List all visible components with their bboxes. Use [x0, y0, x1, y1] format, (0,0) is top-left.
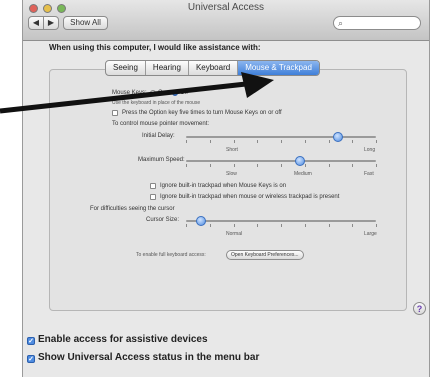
- mouse-keys-on-label: On: [158, 90, 167, 96]
- mouse-trackpad-pane: Mouse Keys: On Off Use the keyboard in p…: [49, 69, 407, 311]
- tab-keyboard[interactable]: Keyboard: [189, 61, 239, 75]
- slider-tick: [257, 224, 259, 227]
- forward-button[interactable]: ▶: [43, 16, 59, 30]
- initial-delay-label: Initial Delay:: [142, 133, 175, 139]
- slider-tick: [186, 140, 187, 143]
- search-icon: ⌕: [338, 18, 344, 28]
- assistance-heading: When using this computer, I would like a…: [49, 43, 261, 52]
- slider-tick: [281, 140, 282, 143]
- enable-access-checkbox[interactable]: ✓: [27, 337, 35, 345]
- maximum-speed-mid-label: Medium: [294, 171, 312, 177]
- slider-tick: [352, 140, 354, 143]
- initial-delay-slider-knob[interactable]: [333, 132, 343, 142]
- slider-tick: [233, 164, 235, 167]
- slider-tick: [257, 164, 259, 167]
- option-toggle-label: Press the Option key five times to turn …: [122, 110, 282, 116]
- show-all-button[interactable]: Show All: [63, 16, 108, 30]
- mouse-keys-label: Mouse Keys:: [112, 90, 147, 96]
- maximum-speed-label: Maximum Speed:: [138, 157, 185, 163]
- ignore-trackpad-mouse-present-label: Ignore built-in trackpad when mouse or w…: [160, 194, 340, 200]
- slider-tick: [233, 140, 235, 143]
- initial-delay-max-label: Long: [364, 147, 376, 153]
- slider-tick: [209, 164, 211, 167]
- slider-tick: [281, 224, 282, 227]
- show-status-row[interactable]: ✓ Show Universal Access status in the men…: [27, 352, 259, 363]
- mouse-keys-on-radio[interactable]: [150, 90, 156, 96]
- keyboard-access-hint: To enable full keyboard access:: [136, 252, 206, 258]
- ignore-trackpad-mouse-keys-label: Ignore built-in trackpad when Mouse Keys…: [160, 183, 287, 189]
- initial-delay-slider[interactable]: [186, 136, 376, 138]
- help-button[interactable]: ?: [413, 302, 426, 315]
- tab-hearing[interactable]: Hearing: [146, 61, 189, 75]
- option-toggle-checkbox[interactable]: [112, 110, 118, 116]
- slider-tick: [352, 224, 354, 227]
- ignore-trackpad-mouse-present-checkbox[interactable]: [150, 194, 156, 200]
- mouse-keys-off-radio[interactable]: [172, 90, 178, 96]
- window-title: Universal Access: [187, 2, 265, 13]
- slider-tick: [209, 140, 211, 143]
- slider-tick: [376, 140, 377, 143]
- initial-delay-min-label: Short: [226, 147, 238, 153]
- slider-tick: [257, 140, 259, 143]
- slider-tick: [304, 164, 306, 167]
- cursor-size-slider[interactable]: [186, 220, 376, 222]
- slider-tick: [186, 224, 187, 227]
- cursor-heading: For difficulties seeing the cursor: [90, 206, 175, 212]
- slider-tick: [328, 164, 330, 167]
- enable-access-label: Enable access for assistive devices: [38, 334, 208, 345]
- cursor-size-slider-knob[interactable]: [196, 216, 207, 226]
- show-status-checkbox[interactable]: ✓: [27, 355, 35, 363]
- maximum-speed-max-label: Fast: [364, 171, 374, 177]
- cursor-size-max-label: Large: [364, 231, 377, 237]
- slider-tick: [352, 164, 354, 167]
- slider-tick: [281, 164, 282, 167]
- assistance-tabs: Seeing Hearing Keyboard Mouse & Trackpad: [105, 60, 320, 76]
- enable-access-row[interactable]: ✓ Enable access for assistive devices: [27, 334, 208, 345]
- slider-tick: [233, 224, 235, 227]
- slider-tick: [376, 224, 377, 227]
- slider-tick: [304, 140, 306, 143]
- slider-tick: [209, 224, 211, 227]
- ignore-trackpad-mouse-keys-checkbox[interactable]: [150, 183, 156, 189]
- slider-tick: [328, 140, 330, 143]
- cursor-size-label: Cursor Size:: [146, 217, 180, 223]
- show-status-label: Show Universal Access status in the menu…: [38, 352, 260, 363]
- tab-seeing[interactable]: Seeing: [106, 61, 146, 75]
- tab-mouse-trackpad[interactable]: Mouse & Trackpad: [238, 61, 319, 75]
- maximum-speed-min-label: Slow: [226, 171, 237, 177]
- search-input[interactable]: ⌕: [333, 16, 421, 30]
- back-button[interactable]: ◀: [28, 16, 44, 30]
- maximum-speed-slider[interactable]: [186, 160, 376, 162]
- mouse-keys-hint: Use the keyboard in place of the mouse: [112, 100, 201, 106]
- pointer-heading: To control mouse pointer movement:: [112, 121, 210, 127]
- slider-tick: [328, 224, 330, 227]
- slider-tick: [186, 164, 187, 167]
- slider-tick: [304, 224, 306, 227]
- cursor-size-min-label: Normal: [226, 231, 243, 237]
- title-bar: Universal Access ◀ ▶ Show All ⌕: [23, 0, 429, 41]
- mouse-keys-off-label: Off: [180, 90, 188, 96]
- preferences-window: Universal Access ◀ ▶ Show All ⌕ When usi…: [22, 0, 430, 377]
- maximum-speed-slider-knob[interactable]: [295, 156, 305, 166]
- open-keyboard-preferences-button[interactable]: Open Keyboard Preferences...: [226, 250, 304, 260]
- slider-tick: [376, 164, 377, 167]
